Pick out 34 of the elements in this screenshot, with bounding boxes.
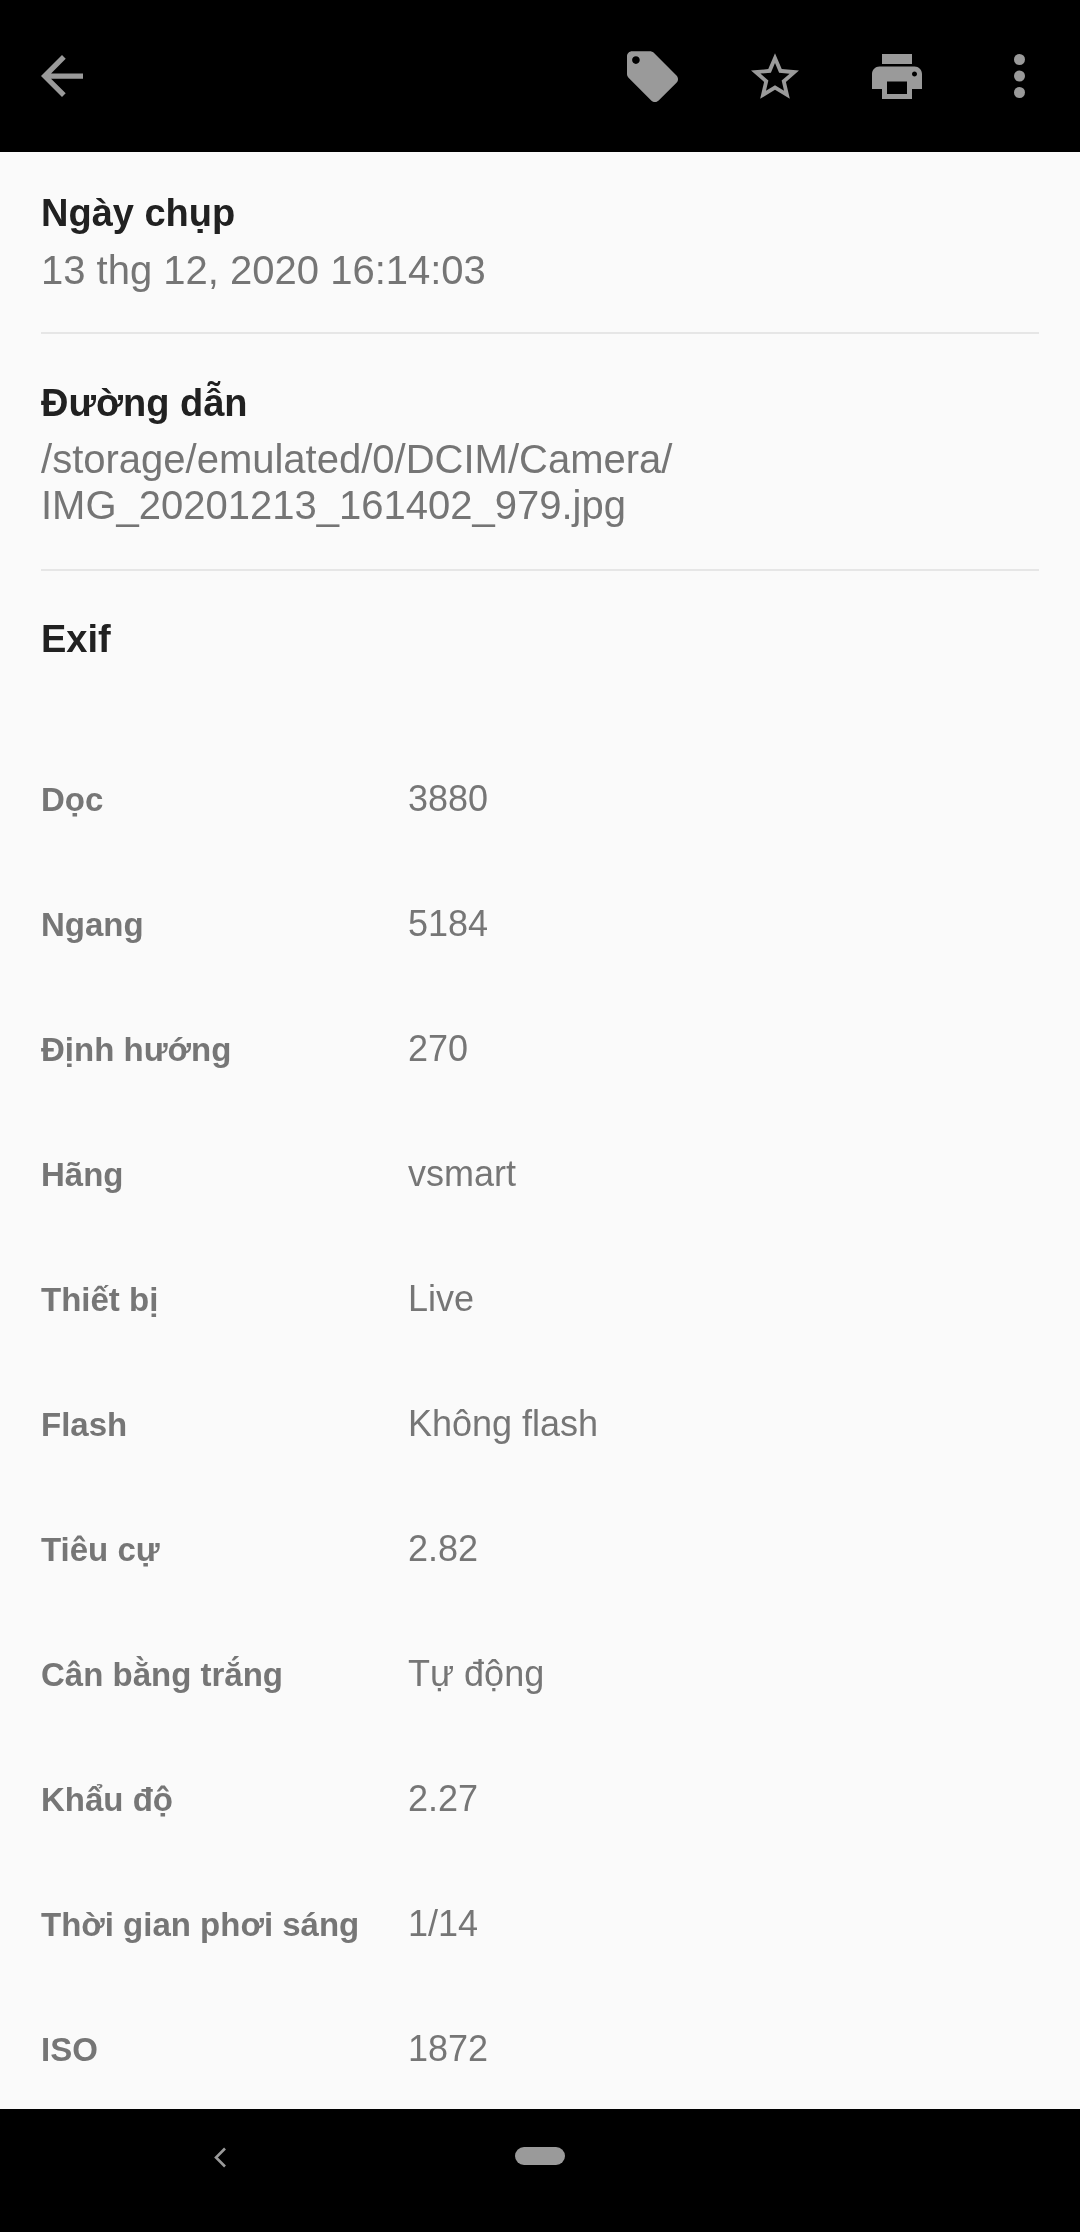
exif-value: 2.27 bbox=[408, 1776, 479, 1820]
tag-icon[interactable] bbox=[627, 50, 678, 102]
exif-label: Thiết bị bbox=[41, 1279, 159, 1320]
exif-value: 1/14 bbox=[408, 1901, 479, 1945]
exif-label: ISO bbox=[41, 2029, 98, 2070]
exif-label: Khẩu độ bbox=[41, 1779, 173, 1820]
exif-label: Tiêu cự bbox=[41, 1529, 160, 1570]
exif-value: vsmart bbox=[408, 1151, 516, 1195]
section-title: Đường dẫn bbox=[41, 380, 248, 426]
exif-value: Không flash bbox=[408, 1401, 599, 1445]
exif-label: Flash bbox=[41, 1404, 128, 1445]
exif-label: Cân bằng trắng bbox=[41, 1654, 283, 1695]
nav-back-icon[interactable] bbox=[213, 2147, 227, 2168]
more-options-icon[interactable] bbox=[1014, 54, 1025, 98]
exif-label: Thời gian phơi sáng bbox=[41, 1904, 360, 1945]
section-value: /storage/emulated/0/DCIM/Camera/IMG_20201213_161402_979.jpg bbox=[41, 436, 674, 529]
home-handle-icon[interactable] bbox=[515, 2147, 565, 2165]
section-title: Ngày chụp bbox=[41, 191, 236, 236]
exif-value: Tự động bbox=[408, 1651, 545, 1695]
exif-value: 1872 bbox=[408, 2026, 489, 2070]
printer-icon[interactable] bbox=[871, 53, 923, 99]
exif-label: Ngang bbox=[41, 904, 144, 945]
back-icon[interactable] bbox=[41, 55, 83, 97]
exif-label: Hãng bbox=[41, 1154, 124, 1195]
exif-heading: Exif bbox=[41, 617, 111, 663]
exif-value: 2.82 bbox=[408, 1526, 479, 1570]
exif-value: 5184 bbox=[408, 901, 489, 945]
exif-value: 3880 bbox=[408, 776, 489, 820]
exif-label: Định hướng bbox=[41, 1029, 232, 1070]
section-value: 13 thg 12, 2020 16:14:03 bbox=[41, 246, 486, 293]
exif-value: Live bbox=[408, 1276, 475, 1320]
star-outline-icon[interactable] bbox=[751, 53, 799, 99]
exif-label: Dọc bbox=[41, 779, 104, 820]
exif-value: 270 bbox=[408, 1026, 469, 1070]
